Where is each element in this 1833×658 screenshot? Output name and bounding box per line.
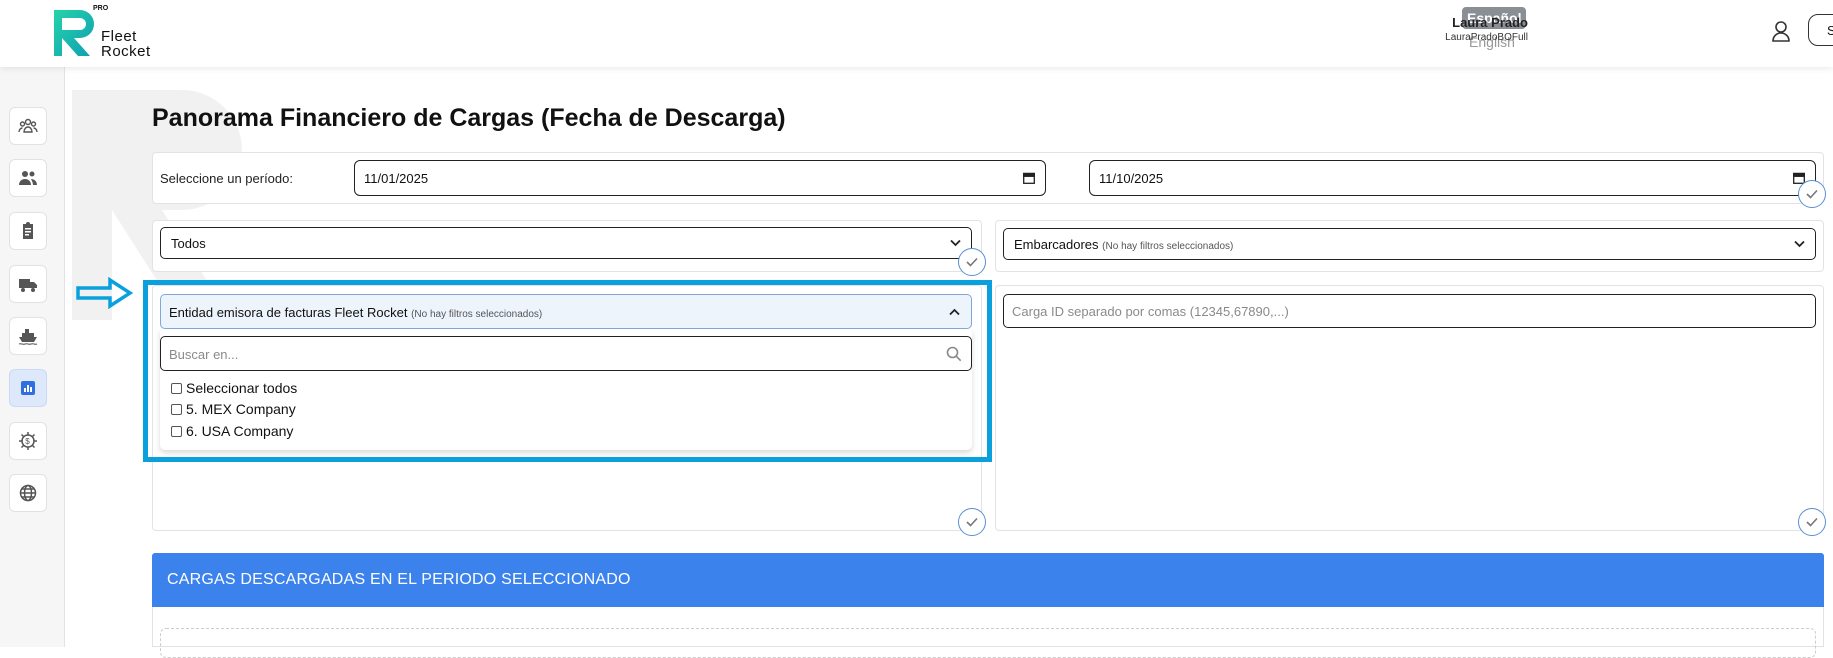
start-date-input[interactable]: 11/01/2025 bbox=[354, 160, 1046, 196]
truck-icon[interactable] bbox=[9, 265, 47, 303]
status-select[interactable]: Todos bbox=[160, 227, 972, 259]
globe-icon[interactable] bbox=[9, 474, 47, 512]
period-label: Seleccione un período: bbox=[160, 171, 293, 186]
top-right-button[interactable]: S bbox=[1808, 14, 1833, 46]
calendar-icon[interactable] bbox=[1023, 172, 1035, 184]
logo-wordmark: Fleet Rocket bbox=[101, 28, 151, 60]
finance-gear-icon[interactable]: $ bbox=[9, 422, 47, 460]
annotation-highlight-box bbox=[143, 280, 992, 462]
top-bar: PRO Fleet Rocket Español English Laura P… bbox=[0, 0, 1833, 67]
logo-badge: PRO bbox=[93, 5, 109, 12]
dashed-placeholder bbox=[160, 628, 1816, 658]
chart-icon[interactable] bbox=[9, 369, 47, 407]
apply-load-id-check-icon[interactable] bbox=[1798, 508, 1826, 536]
users-icon[interactable] bbox=[9, 159, 47, 197]
end-date-input[interactable]: 11/10/2025 bbox=[1089, 160, 1816, 196]
page-title: Panorama Financiero de Cargas (Fecha de … bbox=[152, 104, 786, 132]
clipboard-icon[interactable] bbox=[9, 212, 47, 250]
user-icon[interactable] bbox=[1772, 20, 1790, 42]
apply-period-check-icon[interactable] bbox=[1798, 180, 1826, 208]
apply-issuer-check-icon[interactable] bbox=[958, 508, 986, 536]
load-id-input[interactable]: Carga ID separado por comas (12345,67890… bbox=[1003, 294, 1816, 328]
ship-icon[interactable] bbox=[9, 317, 47, 355]
user-login: LauraPradoBOFull bbox=[1445, 32, 1528, 43]
section-banner: CARGAS DESCARGADAS EN EL PERIODO SELECCI… bbox=[152, 553, 1824, 607]
sidebar: $ bbox=[0, 67, 65, 647]
shippers-select[interactable]: Embarcadores (No hay filtros seleccionad… bbox=[1003, 228, 1816, 260]
chevron-down-icon bbox=[1794, 240, 1805, 248]
user-info[interactable]: Laura Prado LauraPradoBOFull bbox=[1445, 15, 1528, 43]
user-name: Laura Prado bbox=[1452, 15, 1528, 30]
team-icon[interactable] bbox=[9, 107, 47, 145]
annotation-arrow-icon bbox=[76, 277, 134, 309]
apply-status-check-icon[interactable] bbox=[958, 248, 986, 276]
svg-text:$: $ bbox=[25, 437, 30, 446]
chevron-down-icon bbox=[950, 239, 961, 247]
